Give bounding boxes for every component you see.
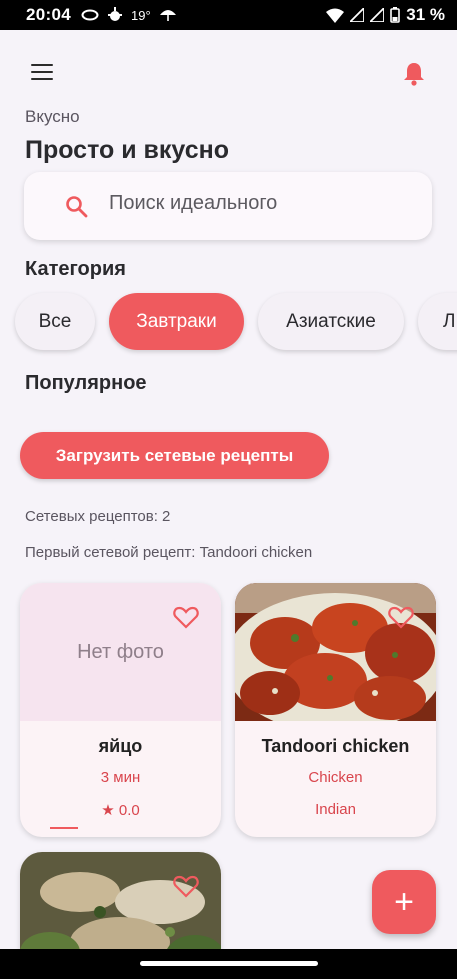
recipe-photo bbox=[235, 583, 436, 721]
search-bar[interactable] bbox=[24, 172, 432, 240]
weather-icon bbox=[107, 7, 122, 21]
cloud-icon bbox=[81, 9, 99, 21]
recipe-name: яйцо bbox=[98, 736, 143, 756]
chip-breakfast[interactable]: Завтраки bbox=[109, 293, 244, 350]
status-time: 20:04 bbox=[26, 5, 71, 24]
home-gesture-handle[interactable] bbox=[140, 961, 318, 966]
signal-icon bbox=[350, 8, 365, 22]
status-temperature: 19° bbox=[130, 7, 151, 23]
popular-heading: Популярное bbox=[25, 372, 147, 394]
first-network-recipe-text: Первый сетевой рецепт: Tandoori chicken bbox=[25, 544, 313, 561]
favorite-heart-icon[interactable] bbox=[173, 874, 199, 898]
recipe-category: Chicken bbox=[308, 769, 363, 786]
signal-icon-2 bbox=[370, 8, 385, 22]
menu-icon[interactable] bbox=[31, 64, 53, 82]
recipe-time: 3 мин bbox=[100, 769, 141, 786]
network-count-text: Сетевых рецептов: 2 bbox=[25, 508, 171, 525]
status-bar: 20:04 19° 31 % bbox=[0, 0, 457, 30]
chip-asian[interactable]: Азиатские bbox=[258, 293, 404, 350]
chip-all[interactable]: Все bbox=[15, 293, 95, 350]
recipe-area: Indian bbox=[315, 801, 356, 818]
status-notification-icons: 19° bbox=[81, 7, 177, 23]
load-network-recipes-button[interactable]: Загрузить сетевые рецепты bbox=[20, 432, 329, 479]
no-photo-placeholder: Нет фото bbox=[20, 583, 221, 721]
status-battery: 31 % bbox=[406, 5, 445, 24]
favorite-heart-icon[interactable] bbox=[173, 605, 199, 629]
navigation-bar bbox=[0, 949, 457, 979]
app-screen: Вкусно Просто и вкусно Категория Все Зав… bbox=[0, 30, 457, 979]
favorite-heart-icon[interactable] bbox=[388, 605, 414, 629]
recipe-card[interactable]: Tandoori chicken Chicken Indian bbox=[235, 583, 436, 837]
search-icon bbox=[66, 196, 88, 218]
search-input[interactable] bbox=[109, 192, 409, 215]
page-title: Просто и вкусно bbox=[25, 136, 229, 164]
recipe-rating: ★ 0.0 bbox=[101, 802, 140, 819]
no-photo-label: Нет фото bbox=[77, 640, 164, 663]
status-system-icons: 31 % bbox=[326, 5, 445, 25]
category-chips: Все Завтраки Азиатские Л bbox=[0, 293, 457, 353]
umbrella-icon bbox=[159, 10, 176, 21]
add-recipe-button[interactable]: + bbox=[372, 870, 436, 934]
wifi-icon bbox=[326, 8, 345, 23]
battery-icon bbox=[390, 7, 401, 23]
bell-icon[interactable] bbox=[401, 60, 427, 86]
app-subtitle: Вкусно bbox=[25, 107, 80, 126]
progress-indicator bbox=[50, 827, 78, 829]
chip-partial[interactable]: Л bbox=[418, 293, 457, 350]
recipe-card[interactable]: Нет фото яйцо 3 мин ★ 0.0 bbox=[20, 583, 221, 837]
category-heading: Категория bbox=[25, 258, 126, 280]
recipe-name: Tandoori chicken bbox=[261, 736, 410, 756]
